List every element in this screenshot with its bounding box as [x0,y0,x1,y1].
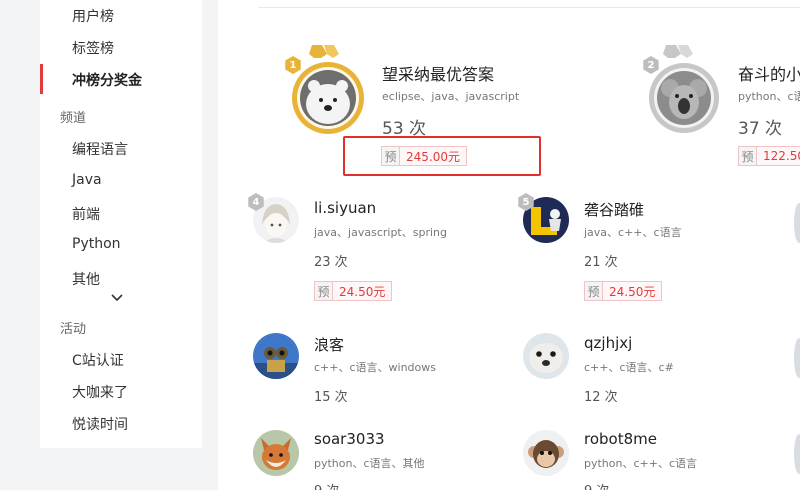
prize-amount: 24.50元 [333,282,392,300]
answer-count: 21 次 [584,255,618,270]
section-activity-heading: 活动 [60,322,87,337]
answer-count: 9 次 [584,480,609,490]
prize-prefix: 预 [739,147,757,165]
answer-count: 37 次 [738,119,783,139]
active-indicator [40,64,43,94]
sidebar-item-python[interactable]: Python [72,236,121,252]
username[interactable]: 砻谷踏碓 [584,199,644,220]
avatar[interactable] [523,333,569,379]
sidebar-item-user-rank[interactable]: 用户榜 [72,6,114,26]
prize-badge: 预 24.50元 [314,281,393,301]
prize-amount: 24.50元 [603,282,662,300]
section-channel-heading: 频道 [60,111,87,126]
sidebar-item-java[interactable]: Java [72,172,102,188]
username[interactable]: soar3033 [314,430,385,448]
username[interactable]: qzjhjxj [584,334,632,352]
sidebar-item-tag-rank[interactable]: 标签榜 [72,38,114,58]
answer-count: 23 次 [314,255,348,270]
answer-count: 12 次 [584,390,618,405]
sidebar-item-big-shots[interactable]: 大咖来了 [72,382,128,402]
sidebar-item-other[interactable]: 其他 [72,269,100,289]
sidebar-item-reading-time[interactable]: 悦读时间 [72,414,128,434]
username[interactable]: 奋斗的小 [738,61,800,85]
avatar[interactable] [794,338,800,378]
avatar[interactable] [794,434,800,474]
user-tags: python、c语 [738,90,800,103]
silver-medal-icon [640,42,724,134]
chevron-down-icon[interactable] [110,293,124,303]
username[interactable]: robot8me [584,430,657,448]
user-tags: c++、c语言、c# [584,361,674,374]
prize-badge: 预 122.50 [738,146,800,166]
sidebar-item-programming-language[interactable]: 编程语言 [72,139,128,159]
gold-medal-icon [281,42,367,134]
avatar[interactable] [523,430,569,476]
sidebar-item-frontend[interactable]: 前端 [72,204,100,224]
user-tags: java、c++、c语言 [584,226,682,239]
username[interactable]: li.siyuan [314,199,376,217]
user-tags: python、c语言、其他 [314,457,425,470]
prize-prefix: 预 [585,282,603,300]
answer-count: 9 次 [314,480,339,490]
avatar[interactable] [253,333,299,379]
highlight-box [343,136,541,176]
user-tags: c++、c语言、windows [314,361,436,374]
username[interactable]: 望采纳最优答案 [382,61,494,85]
avatar[interactable] [253,430,299,476]
sidebar: 用户榜 标签榜 冲榜分奖金 频道 编程语言 Java 前端 Python 其他 … [40,0,202,448]
prize-badge: 预 24.50元 [584,281,663,301]
user-tags: eclipse、java、javascript [382,90,520,103]
prize-prefix: 预 [315,282,333,300]
avatar[interactable] [794,203,800,243]
user-tags: java、javascript、spring [314,226,447,239]
user-tags: python、c++、c语言 [584,457,698,470]
sidebar-item-bounty[interactable]: 冲榜分奖金 [72,70,142,90]
divider [258,7,800,8]
answer-count: 15 次 [314,390,348,405]
prize-amount: 122.50 [757,147,800,165]
username[interactable]: 浪客 [314,334,344,355]
sidebar-item-csdn-certification[interactable]: C站认证 [72,350,124,370]
